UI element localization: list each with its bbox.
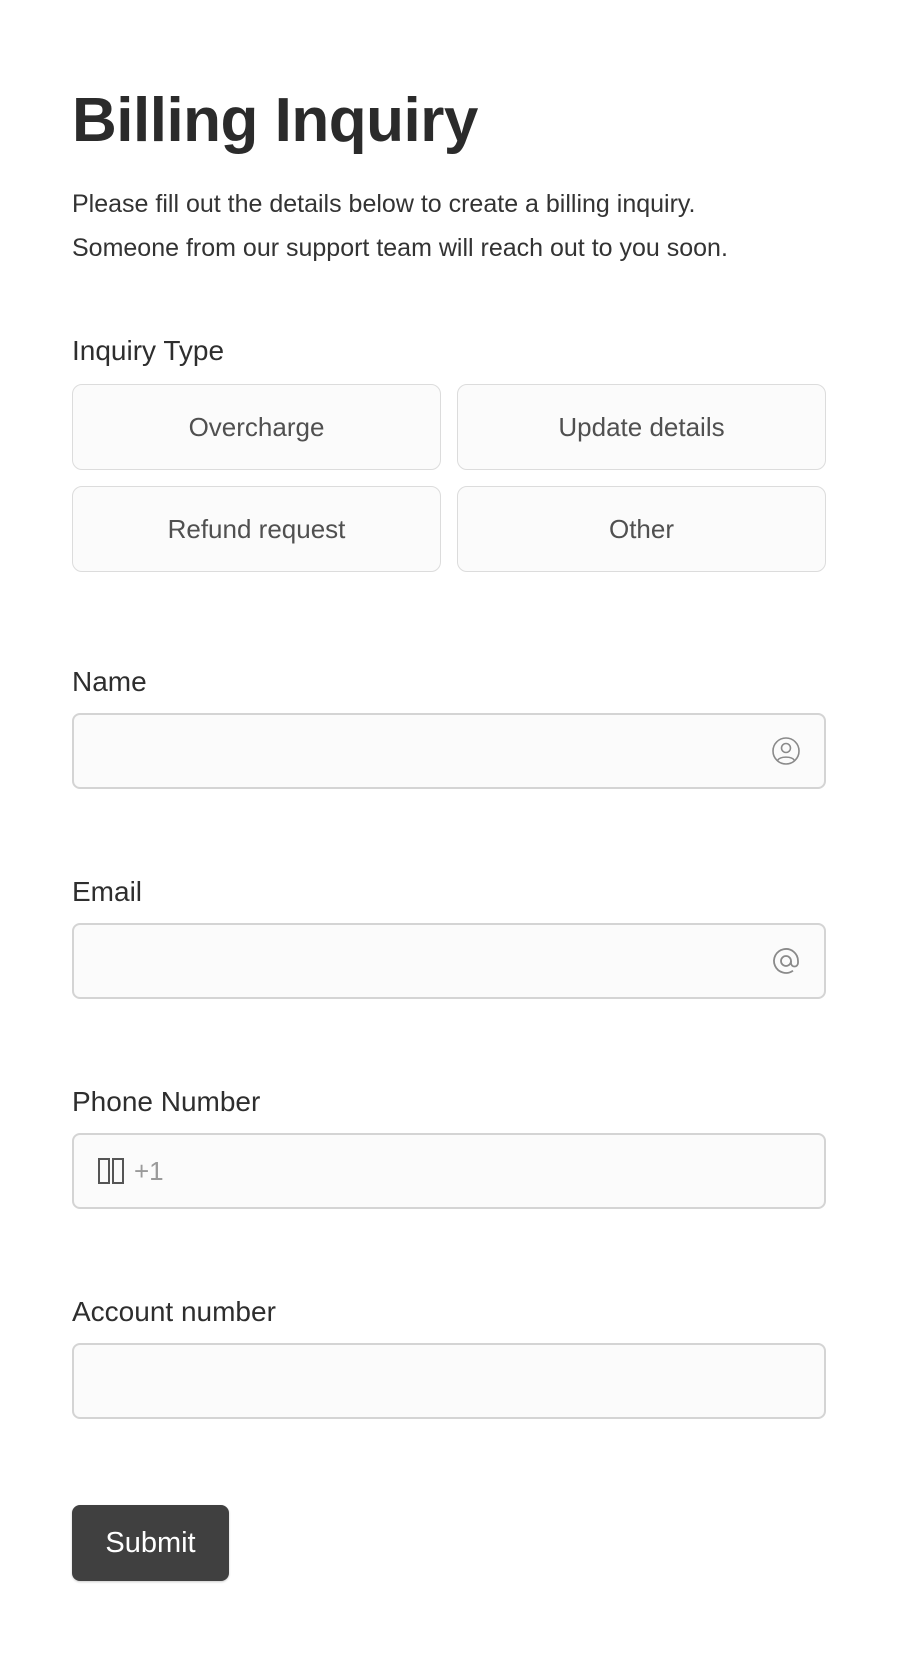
page-description: Please fill out the details below to cre…	[72, 182, 828, 270]
email-input[interactable]	[74, 925, 770, 997]
description-line-1: Please fill out the details below to cre…	[72, 190, 696, 218]
phone-input[interactable]	[124, 1135, 824, 1207]
account-number-label: Account number	[72, 1296, 276, 1327]
inquiry-type-options: Overcharge Update details Refund request…	[72, 384, 828, 572]
user-circle-icon	[770, 735, 802, 767]
name-input[interactable]	[74, 715, 770, 787]
email-input-wrapper	[72, 923, 826, 999]
at-sign-icon	[770, 945, 802, 977]
name-input-wrapper	[72, 713, 826, 789]
inquiry-type-label: Inquiry Type	[72, 335, 225, 366]
inquiry-type-overcharge[interactable]: Overcharge	[72, 384, 441, 470]
account-field-group: Account number	[72, 1295, 828, 1419]
account-input-wrapper	[72, 1343, 826, 1419]
email-field-group: Email	[72, 875, 828, 999]
phone-input-wrapper	[72, 1133, 826, 1209]
name-label: Name	[72, 666, 147, 697]
email-label: Email	[72, 876, 143, 907]
phone-label: Phone Number	[72, 1086, 261, 1117]
page-title: Billing Inquiry	[72, 86, 478, 155]
inquiry-type-other[interactable]: Other	[457, 486, 826, 572]
name-field-group: Name	[72, 665, 828, 789]
account-number-input[interactable]	[74, 1345, 824, 1417]
flag-icon[interactable]	[98, 1158, 124, 1184]
phone-field-group: Phone Number	[72, 1085, 828, 1209]
billing-inquiry-form: Billing Inquiry Please fill out the deta…	[0, 0, 900, 1581]
inquiry-type-update-details[interactable]: Update details	[457, 384, 826, 470]
submit-button[interactable]: Submit	[72, 1505, 229, 1581]
description-line-2: Someone from our support team will reach…	[72, 234, 728, 262]
inquiry-type-refund-request[interactable]: Refund request	[72, 486, 441, 572]
